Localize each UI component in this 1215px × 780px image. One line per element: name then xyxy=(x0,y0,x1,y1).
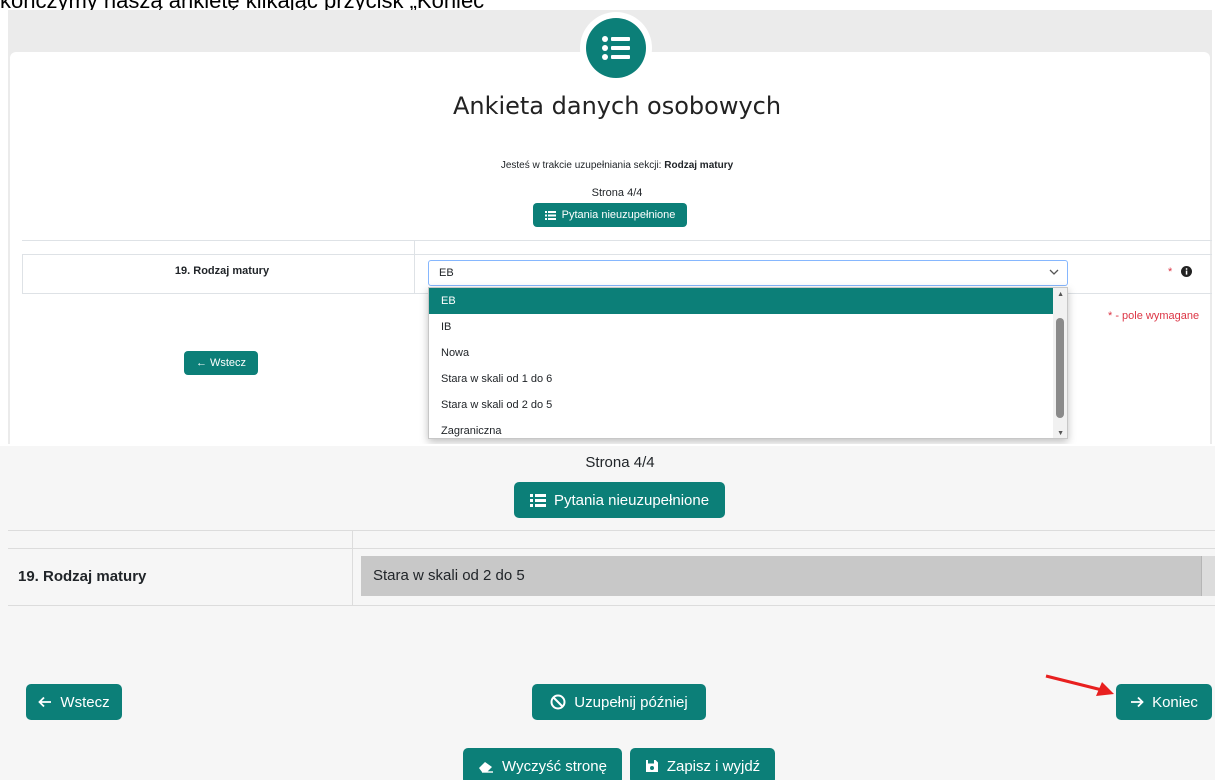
arrow-right-icon xyxy=(1131,696,1144,708)
dropdown-option[interactable]: Zagraniczna xyxy=(429,418,1055,438)
finish-button[interactable]: Koniec xyxy=(1116,684,1212,720)
clear-page-button[interactable]: Wyczyść stronę xyxy=(463,748,622,780)
matura-type-select[interactable]: EB xyxy=(428,260,1068,286)
unfilled-questions-button[interactable]: Pytania nieuzupełnione xyxy=(514,482,725,518)
save-and-exit-button[interactable]: Zapisz i wyjdź xyxy=(630,748,775,780)
select-toggle[interactable] xyxy=(1201,556,1215,596)
arrow-left-icon xyxy=(38,696,52,708)
list-icon xyxy=(602,36,630,60)
dropdown-option[interactable]: Nowa xyxy=(429,340,1055,366)
matura-type-dropdown[interactable]: EB IB Nowa Stara w skali od 1 do 6 Stara… xyxy=(428,287,1068,439)
ban-icon xyxy=(550,694,566,710)
matura-type-select[interactable]: Stara w skali od 2 do 5 xyxy=(361,556,1215,596)
info-icon[interactable] xyxy=(1181,266,1192,277)
back-button[interactable]: Wstecz xyxy=(26,684,122,720)
dropdown-option[interactable]: Stara w skali od 1 do 6 xyxy=(429,366,1055,392)
list-icon xyxy=(544,210,556,220)
chevron-down-icon xyxy=(1049,269,1059,275)
survey-screen-bottom: Strona 4/4 Pytania nieuzupełnione 19. Ro… xyxy=(0,446,1215,780)
survey-screen-dropdown-open: Ankieta danych osobowych Jesteś w trakci… xyxy=(8,10,1212,444)
floppy-disk-icon xyxy=(645,760,658,772)
dropdown-option[interactable]: IB xyxy=(429,314,1055,340)
section-prefix: Jesteś w trakcie uzupełniania sekcji: xyxy=(500,160,665,171)
eraser-icon xyxy=(479,761,494,773)
current-section-info: Jesteś w trakcie uzupełniania sekcji: Ro… xyxy=(8,160,1212,171)
scrollbar-thumb[interactable] xyxy=(1056,318,1064,418)
required-marker: * xyxy=(1168,266,1173,278)
question-label: 19. Rodzaj matury xyxy=(18,568,147,585)
fill-later-button[interactable]: Uzupełnij później xyxy=(532,684,706,720)
unfilled-questions-button[interactable]: Pytania nieuzupełnione xyxy=(533,203,687,227)
required-field-note: * - pole wymagane xyxy=(1108,310,1200,322)
page-title: Ankieta danych osobowych xyxy=(452,92,782,120)
tutorial-screenshot: kończymy naszą ankietę klikając przycisk… xyxy=(0,0,1215,780)
scroll-down-icon[interactable]: ▼ xyxy=(1057,430,1064,437)
page-indicator: Strona 4/4 xyxy=(591,187,643,199)
dropdown-scrollbar[interactable]: ▲ ▼ xyxy=(1053,288,1067,438)
section-name: Rodzaj matury xyxy=(664,160,734,171)
scroll-up-icon[interactable]: ▲ xyxy=(1057,291,1064,298)
back-button[interactable]: ← Wstecz xyxy=(184,351,258,375)
page-indicator: Strona 4/4 xyxy=(585,454,655,471)
dropdown-option[interactable]: EB xyxy=(429,288,1055,314)
dropdown-option[interactable]: Stara w skali od 2 do 5 xyxy=(429,392,1055,418)
annotation-arrow-icon xyxy=(1045,674,1114,696)
survey-logo xyxy=(580,12,652,84)
list-icon xyxy=(529,493,546,507)
question-label: 19. Rodzaj matury xyxy=(174,265,270,277)
